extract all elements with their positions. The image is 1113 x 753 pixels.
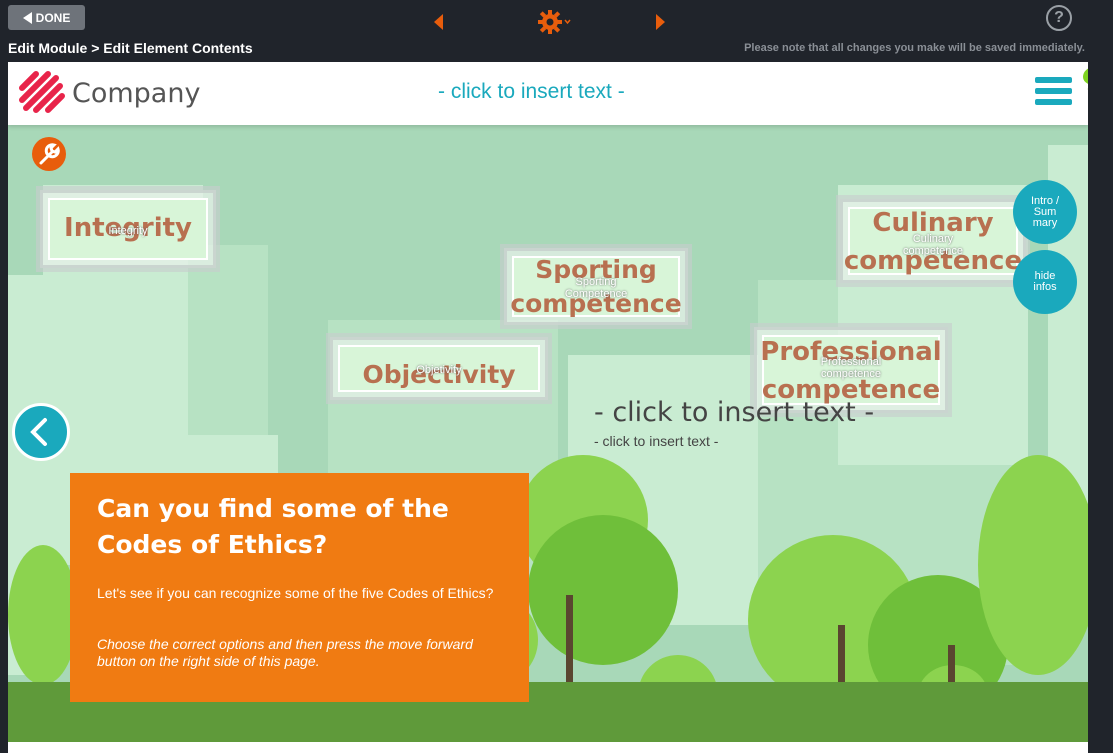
- card-culinary-label-1: Culinary: [912, 233, 954, 245]
- done-label: DONE: [35, 10, 71, 25]
- hamburger-menu-icon[interactable]: [1035, 77, 1072, 111]
- back-triangle-icon: [22, 11, 32, 24]
- stage-insert-subtext[interactable]: - click to insert text -: [594, 433, 718, 449]
- save-note: Please note that all changes you make wi…: [744, 42, 1085, 54]
- company-logo-icon: [19, 71, 65, 113]
- editor-toolbar: DONE ? Edit Module > Edit Element Conten…: [0, 0, 1113, 62]
- gear-icon[interactable]: [538, 9, 572, 35]
- card-professional-label-2: competence: [821, 368, 881, 380]
- stage-bottom-strip: [8, 742, 1088, 753]
- card-integrity-label: Integrity: [108, 225, 148, 237]
- card-sporting-label-1: Sporting: [575, 276, 617, 288]
- card-integrity[interactable]: Integrity Integrity: [40, 190, 216, 268]
- add-element-icon[interactable]: [1080, 64, 1088, 92]
- card-culinary-competence[interactable]: Culinary competence Culinary competence: [840, 199, 1026, 283]
- stage-insert-text[interactable]: - click to insert text -: [594, 397, 874, 428]
- done-button[interactable]: DONE: [8, 5, 85, 30]
- right-rail: [1088, 62, 1113, 753]
- module-stage: Company - click to insert text - Integri…: [8, 62, 1088, 742]
- card-objectivity-label: Objetivity: [416, 364, 462, 376]
- card-professional-label-1: Professional: [820, 356, 882, 368]
- module-header: Company - click to insert text -: [8, 62, 1088, 125]
- intro-summary-button[interactable]: Intro / Sum mary: [1013, 180, 1077, 244]
- hide-infos-button[interactable]: hide infos: [1013, 250, 1077, 314]
- previous-page-icon[interactable]: [434, 14, 443, 30]
- header-insert-text[interactable]: - click to insert text -: [438, 80, 625, 104]
- info-text: Let's see if you can recognize some of t…: [97, 585, 494, 601]
- wrench-icon[interactable]: [32, 137, 66, 171]
- info-title: Can you find some of the Codes of Ethics…: [97, 494, 449, 559]
- company-logo: Company: [18, 70, 200, 116]
- info-box: Can you find some of the Codes of Ethics…: [70, 473, 529, 702]
- card-sporting-label-2: Competence: [564, 288, 628, 300]
- help-icon[interactable]: ?: [1046, 5, 1072, 31]
- next-page-icon[interactable]: [656, 14, 665, 30]
- company-name: Company: [72, 77, 201, 109]
- card-culinary-label-2: competence: [903, 245, 963, 257]
- back-arrow-button[interactable]: [12, 403, 70, 461]
- card-objectivity[interactable]: Objectivity Objetivity: [330, 337, 548, 400]
- chevron-left-icon: [30, 418, 47, 446]
- info-instruction: Choose the correct options and then pres…: [97, 636, 473, 669]
- card-sporting-competence[interactable]: Sporting competence Sporting Competence: [504, 248, 688, 325]
- breadcrumb: Edit Module > Edit Element Contents: [8, 40, 253, 56]
